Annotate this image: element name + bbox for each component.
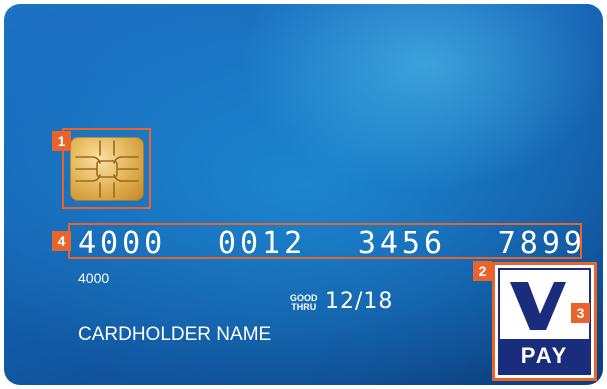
expiry-date: 12/18 <box>325 289 394 314</box>
chip-callout-badge: 1 <box>52 131 71 151</box>
good-thru-line-2: THRU <box>291 302 317 312</box>
chip-highlight-box <box>62 128 151 209</box>
card-number-highlight-box <box>68 223 582 259</box>
good-thru-label: GOOD THRU <box>290 294 318 312</box>
logo-area-callout-badge: 2 <box>473 261 492 281</box>
card-number-callout-badge: 4 <box>52 231 71 251</box>
card-small-number: 4000 <box>78 270 110 286</box>
logo-mark-callout-badge: 3 <box>571 303 590 323</box>
cardholder-name: CARDHOLDER NAME <box>78 324 272 345</box>
vpay-text: PAY <box>500 339 589 373</box>
vpay-logo: PAY 3 <box>492 262 597 381</box>
vpay-v-mark-icon <box>510 282 566 330</box>
